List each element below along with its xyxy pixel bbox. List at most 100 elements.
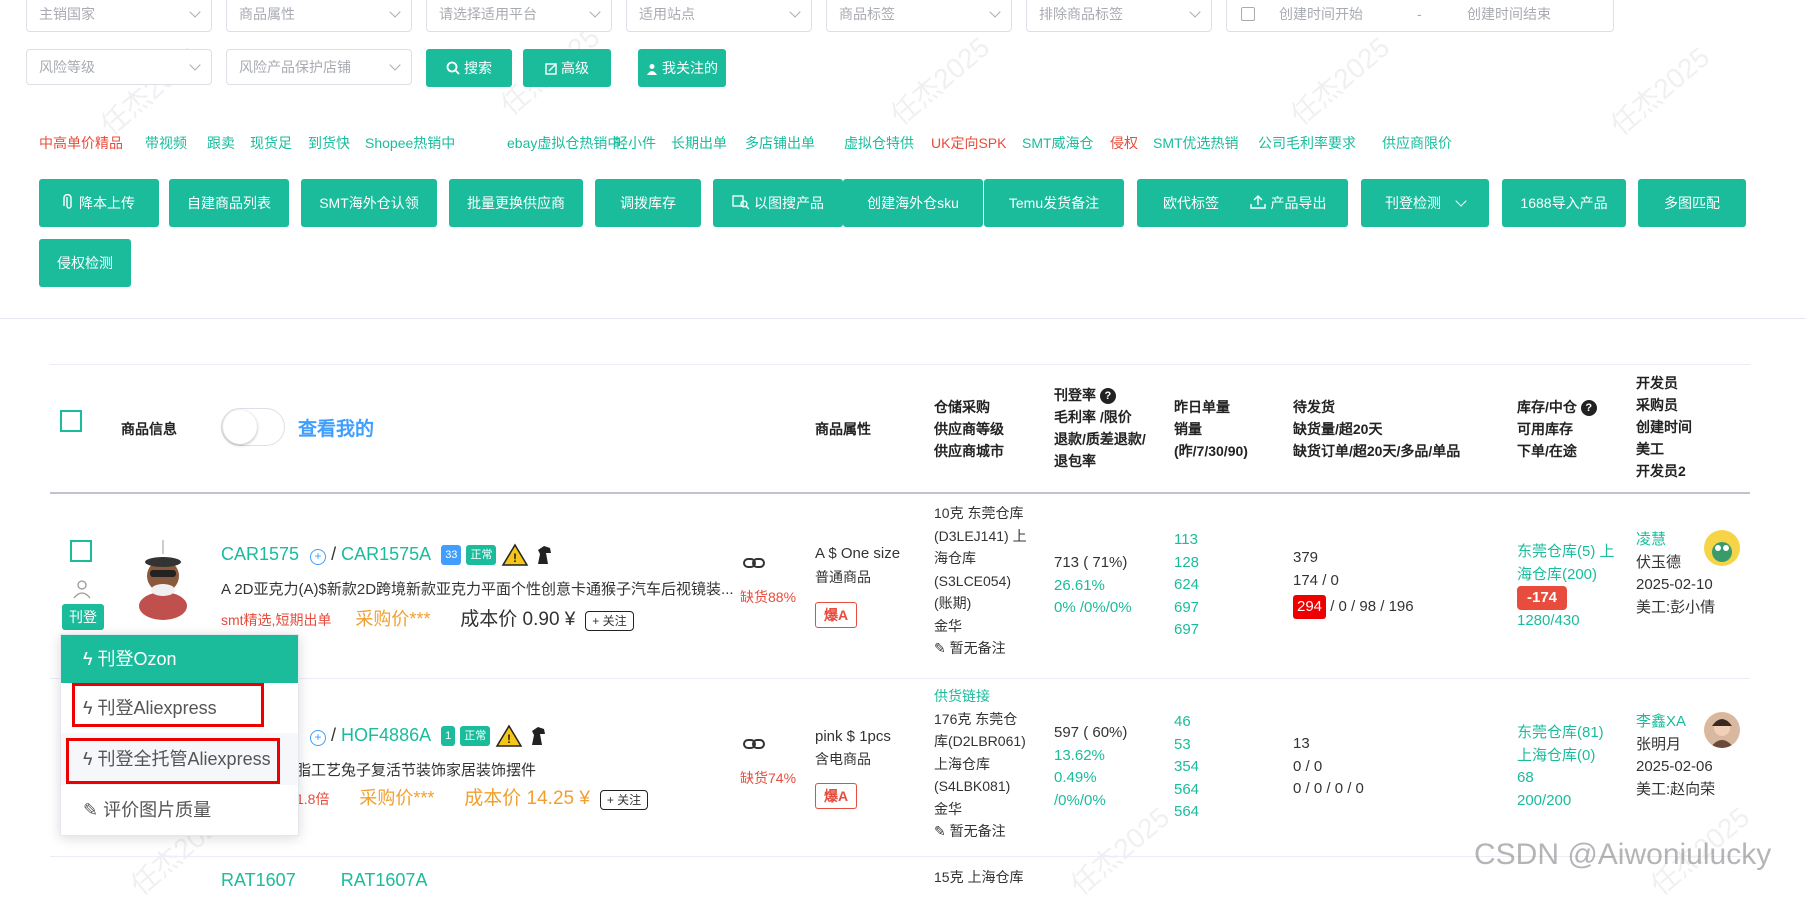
smt-overseas-claim-button[interactable]: SMT海外仓认领 bbox=[301, 179, 437, 227]
button-label: 创建海外仓sku bbox=[867, 195, 959, 211]
publish-button[interactable]: 刊登 bbox=[62, 604, 104, 630]
date-end: 创建时间结束 bbox=[1467, 6, 1551, 22]
refund-rate: 0% /0%/0% bbox=[1054, 599, 1132, 616]
pencil-icon[interactable]: ✎ bbox=[934, 640, 946, 656]
header-line: 可用库存 bbox=[1517, 421, 1573, 437]
menu-item-rate-image[interactable]: ✎ 评价图片质量 bbox=[61, 785, 298, 835]
transfer-stock-button[interactable]: 调拨库存 bbox=[595, 179, 701, 227]
product-title: A 2D亚克力(A)$新款2D跨境新款亚克力平面个性创意卡通猴子汽车后视镜装..… bbox=[221, 581, 734, 598]
import-1688-button[interactable]: 1688导入产品 bbox=[1502, 179, 1626, 227]
header-line: 缺货量/超20天 bbox=[1293, 421, 1383, 437]
select-placeholder: 请选择适用平台 bbox=[439, 6, 537, 22]
pencil-icon[interactable]: ✎ bbox=[934, 823, 946, 839]
my-follow-button[interactable]: 我关注的 bbox=[638, 49, 726, 87]
quick-tag-link[interactable]: 中高单价精品 bbox=[39, 133, 123, 153]
chevron-down-icon bbox=[389, 6, 401, 18]
batch-change-supplier-button[interactable]: 批量更换供应商 bbox=[449, 179, 583, 227]
quick-tag-link[interactable]: 长期出单 bbox=[671, 133, 727, 153]
infringement-check-button[interactable]: 侵权检测 bbox=[39, 239, 131, 287]
view-mine-toggle[interactable] bbox=[221, 408, 285, 446]
add-circle-icon[interactable]: + bbox=[310, 730, 326, 746]
quick-tag-link[interactable]: 供应商限价 bbox=[1382, 133, 1452, 153]
pending-value: 379 bbox=[1293, 549, 1319, 566]
product-attr-select[interactable]: 商品属性 bbox=[226, 0, 412, 32]
platform-select[interactable]: 请选择适用平台 bbox=[426, 0, 612, 32]
help-icon[interactable]: ? bbox=[1099, 388, 1116, 404]
site-select[interactable]: 适用站点 bbox=[626, 0, 812, 32]
watermark-text: 任杰2025 bbox=[1284, 31, 1396, 132]
link-icon[interactable] bbox=[742, 555, 766, 571]
count-badge: 1 bbox=[441, 726, 456, 747]
search-button[interactable]: 搜索 bbox=[426, 49, 512, 87]
warehouse-cell: 10克 东莞仓库 (D3LEJ141) 上 海仓库 (S3LCE054) (账期… bbox=[934, 502, 1027, 660]
product-tag-select[interactable]: 商品标签 bbox=[826, 0, 1012, 32]
stock-warehouse: 东莞仓库(5) 上 bbox=[1517, 543, 1615, 560]
follow-button[interactable]: + 关注 bbox=[599, 790, 649, 810]
add-circle-icon[interactable]: + bbox=[310, 549, 327, 565]
quick-tag-link[interactable]: 公司毛利率要求 bbox=[1258, 133, 1356, 153]
view-mine-label: 查看我的 bbox=[298, 419, 375, 440]
stock-cell: 东莞仓库(5) 上 海仓库(200) -174 1280/430 bbox=[1517, 541, 1615, 633]
risk-store-select[interactable]: 风险产品保护店铺 bbox=[226, 49, 412, 85]
quick-tag-link[interactable]: 带视频 bbox=[145, 133, 187, 153]
sku-link[interactable]: RAT1607 bbox=[221, 872, 296, 890]
quick-tag-link[interactable]: SMT优选热销 bbox=[1153, 133, 1239, 153]
cost-reduce-upload-button[interactable]: 降本上传 bbox=[39, 179, 159, 227]
button-label: 欧代标签 bbox=[1163, 195, 1219, 211]
link-icon[interactable] bbox=[742, 736, 766, 752]
row-checkbox[interactable] bbox=[70, 540, 92, 562]
select-all-checkbox[interactable] bbox=[60, 410, 82, 432]
sku-variant-link[interactable]: RAT1607A bbox=[341, 872, 428, 890]
multi-image-match-button[interactable]: 多图匹配 bbox=[1638, 179, 1746, 227]
quick-tag-link[interactable]: UK定向SPK bbox=[931, 133, 1006, 153]
quick-tag-link[interactable]: SMT威海仓 bbox=[1022, 133, 1094, 153]
quick-tag-link[interactable]: 侵权 bbox=[1110, 133, 1138, 153]
quick-tag-link[interactable]: 跟卖 bbox=[207, 133, 235, 153]
header-line: 开发员2 bbox=[1636, 463, 1686, 479]
exclude-tag-select[interactable]: 排除商品标签 bbox=[1026, 0, 1212, 32]
chevron-down-icon bbox=[389, 59, 401, 71]
product-thumbnail[interactable] bbox=[126, 540, 200, 622]
self-built-list-button[interactable]: 自建商品列表 bbox=[169, 179, 289, 227]
product-export-button[interactable]: 产品导出 bbox=[1227, 179, 1348, 227]
sales-value: 697 bbox=[1174, 621, 1200, 638]
sku-link[interactable]: HOF4886A bbox=[341, 725, 430, 745]
sku-link[interactable]: CAR1575 bbox=[221, 544, 299, 564]
publish-check-dropdown-button[interactable]: 刊登检测 bbox=[1361, 179, 1489, 227]
quick-tag-link[interactable]: 现货足 bbox=[250, 133, 292, 153]
created-date-range[interactable]: 创建时间开始 - 创建时间结束 bbox=[1226, 0, 1614, 32]
image-search-button[interactable]: 以图搜产品 bbox=[713, 179, 843, 227]
header-line: (昨/7/30/90) bbox=[1174, 443, 1248, 459]
attr-type: 含电商品 bbox=[815, 751, 871, 767]
csdn-watermark: CSDN @Aiwoniulucky bbox=[1474, 838, 1772, 871]
quick-tag-link[interactable]: 到货快 bbox=[308, 133, 350, 153]
button-label: 调拨库存 bbox=[620, 195, 676, 211]
follow-button[interactable]: + 关注 bbox=[585, 611, 634, 631]
help-icon[interactable]: ? bbox=[1580, 400, 1597, 416]
pending-value: 0 / 0 bbox=[1293, 757, 1323, 775]
sku-variant-link[interactable]: CAR1575A bbox=[341, 544, 430, 564]
quick-tag-link[interactable]: 多店铺出单 bbox=[745, 133, 815, 153]
return-rate: /0%/0% bbox=[1054, 791, 1106, 809]
avatar bbox=[1704, 530, 1740, 566]
stock-warehouse: 东莞仓库(81) bbox=[1517, 724, 1604, 741]
create-overseas-sku-button[interactable]: 创建海外仓sku bbox=[843, 179, 983, 227]
sales-value: 564 bbox=[1174, 803, 1200, 820]
quick-tag-link[interactable]: 虚拟仓特供 bbox=[844, 133, 914, 153]
quick-tag-link[interactable]: Shopee热销中 bbox=[365, 133, 455, 153]
col-pending: 待发货 缺货量/超20天 缺货订单/超20天/多品/单品 bbox=[1293, 396, 1460, 462]
supply-link[interactable]: 供货链接 bbox=[934, 685, 1026, 708]
temu-shipping-note-button[interactable]: Temu发货备注 bbox=[984, 179, 1124, 227]
product-sku-line: RAT1607 RAT1607A bbox=[221, 872, 427, 890]
quick-tag-link[interactable]: ebay虚拟仓热销中 bbox=[507, 133, 621, 153]
risk-level-select[interactable]: 风险等级 bbox=[26, 49, 212, 85]
warehouse-line: 上海仓库 bbox=[934, 755, 990, 772]
status-badge: 正常 bbox=[466, 545, 497, 566]
quick-tag-link[interactable]: 轻小件 bbox=[614, 133, 656, 153]
svg-text:!: ! bbox=[507, 732, 511, 746]
menu-item-publish-ozon[interactable]: ϟ 刊登Ozon bbox=[61, 635, 298, 683]
main-country-select[interactable]: 主销国家 bbox=[26, 0, 212, 32]
advanced-button[interactable]: 高级 bbox=[523, 49, 611, 87]
header-line: 昨日单量 bbox=[1174, 399, 1230, 415]
sales-cell: 113 128 624 697 697 bbox=[1174, 529, 1199, 642]
